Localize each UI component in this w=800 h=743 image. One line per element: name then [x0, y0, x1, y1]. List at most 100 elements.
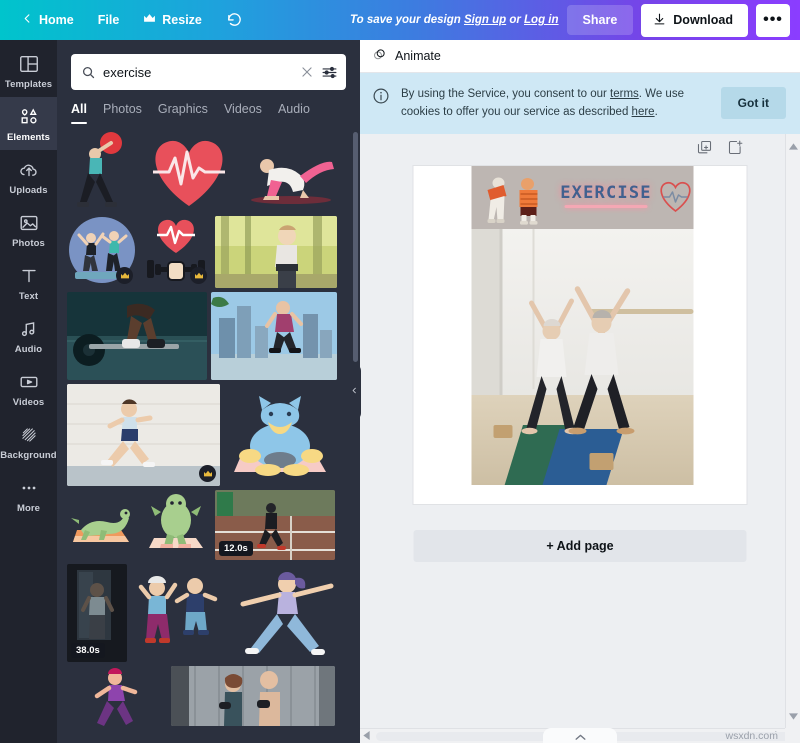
add-page-icon[interactable]: [727, 139, 744, 161]
got-it-button[interactable]: Got it: [721, 87, 786, 119]
save-prompt-prefix: To save your design: [350, 14, 464, 26]
canvas-area[interactable]: EXERCISE: [360, 134, 800, 743]
ellipsis-icon: [18, 477, 40, 499]
sidebar-item-videos[interactable]: Videos: [0, 362, 57, 415]
page-action-buttons: [696, 139, 744, 161]
close-x-icon[interactable]: [300, 65, 314, 79]
video-duration-badge: 38.0s: [71, 643, 105, 658]
animate-toolbar: Animate: [360, 40, 800, 73]
woman-warrior-pose-graphic[interactable]: [235, 564, 337, 662]
elderly-couple-exercising-graphic[interactable]: [131, 564, 231, 662]
cookie-text-after: .: [655, 106, 658, 118]
resize-button[interactable]: Resize: [131, 6, 214, 34]
pro-crown-badge: [116, 267, 133, 284]
two-people-step-aerobics-graphic[interactable]: [67, 216, 137, 288]
scrollbar-corner: [785, 728, 800, 743]
design-page[interactable]: EXERCISE: [414, 166, 747, 504]
sidebar-item-text[interactable]: Text: [0, 256, 57, 309]
sidebar-label-background: Background: [0, 450, 56, 461]
undo-button[interactable]: [214, 3, 255, 37]
top-toolbar-left-group: Home File Resize: [0, 3, 255, 37]
search-box[interactable]: [71, 54, 346, 90]
tab-all[interactable]: All: [71, 102, 87, 124]
sidebar-item-more[interactable]: More: [0, 468, 57, 521]
bottom-panel-toggle[interactable]: [543, 728, 617, 743]
runner-purple-graphic[interactable]: [67, 666, 167, 726]
caret-down-icon[interactable]: [789, 707, 798, 725]
sidebar-label-templates: Templates: [5, 79, 52, 90]
pro-crown-badge: [190, 267, 207, 284]
sidebar-label-audio: Audio: [15, 344, 42, 355]
here-link[interactable]: here: [632, 106, 655, 118]
cat-meditating-yoga-graphic[interactable]: [224, 384, 337, 486]
canvas-vertical-scrollbar[interactable]: [785, 134, 800, 728]
man-running-track-video[interactable]: 12.0s: [215, 490, 335, 560]
design-photo: [472, 229, 694, 485]
share-button[interactable]: Share: [567, 5, 634, 35]
tab-graphics[interactable]: Graphics: [158, 102, 208, 124]
log-in-link[interactable]: Log in: [524, 14, 559, 26]
save-prompt: To save your design Sign up or Log in: [350, 14, 559, 26]
man-jumping-city-photo[interactable]: [211, 292, 337, 380]
woman-lifting-ball-graphic[interactable]: [67, 130, 135, 212]
terms-link[interactable]: terms: [610, 88, 639, 100]
search-section: [57, 40, 360, 90]
left-rail: Templates Elements Uploads Photos: [0, 40, 57, 743]
top-toolbar: Home File Resize To save your design Sig…: [0, 0, 800, 40]
home-button[interactable]: Home: [10, 6, 86, 34]
barbell-deadlift-photo[interactable]: [67, 292, 207, 380]
chevron-left-icon: [22, 13, 33, 27]
editor-area: Animate By using the Service, you consen…: [360, 40, 800, 743]
ellipsis-icon: •••: [763, 17, 783, 23]
crown-icon: [143, 13, 156, 27]
design-heart-ecg-graphic: [657, 177, 695, 213]
heart-ecg-graphic[interactable]: [139, 130, 239, 212]
dumbbell-heart-graphic[interactable]: [141, 216, 211, 288]
gym-couple-dumbbells-photo[interactable]: [171, 666, 335, 726]
sidebar-label-text: Text: [19, 291, 38, 302]
pro-crown-badge: [199, 465, 216, 482]
woman-kneeling-leg-raise-graphic[interactable]: [243, 130, 339, 212]
sidebar-item-uploads[interactable]: Uploads: [0, 150, 57, 203]
dinosaur-standing-mat-graphic[interactable]: [141, 490, 211, 560]
dinosaur-lying-mat-graphic[interactable]: [67, 490, 137, 560]
sidebar-label-more: More: [17, 503, 40, 514]
file-label: File: [98, 13, 120, 27]
caret-up-icon[interactable]: [789, 137, 798, 155]
add-page-button[interactable]: + Add page: [414, 530, 747, 562]
sidebar-item-templates[interactable]: Templates: [0, 44, 57, 97]
sidebar-item-elements[interactable]: Elements: [0, 97, 57, 150]
canva-editor-window: Home File Resize To save your design Sig…: [0, 0, 800, 743]
panel-collapse-handle[interactable]: [348, 363, 361, 421]
tab-videos[interactable]: Videos: [224, 102, 262, 124]
duplicate-page-icon[interactable]: [696, 139, 713, 161]
search-input[interactable]: [103, 65, 293, 80]
upload-cloud-icon: [18, 159, 40, 181]
file-menu-button[interactable]: File: [86, 6, 132, 34]
results-scroll-region[interactable]: 12.0s 38.0s: [57, 124, 360, 743]
cookie-consent-banner: By using the Service, you consent to our…: [360, 73, 800, 134]
tab-photos[interactable]: Photos: [103, 102, 142, 124]
editor-body: Templates Elements Uploads Photos: [0, 40, 800, 743]
cartoon-figure-left: [482, 174, 512, 224]
more-options-button[interactable]: •••: [756, 4, 790, 37]
woman-dark-room-video[interactable]: 38.0s: [67, 564, 127, 662]
caret-left-icon[interactable]: [363, 727, 370, 743]
photo-icon: [18, 212, 40, 234]
hatch-pattern-icon: [18, 424, 40, 446]
tab-audio[interactable]: Audio: [278, 102, 310, 124]
download-button[interactable]: Download: [641, 4, 748, 37]
sidebar-item-audio[interactable]: Audio: [0, 309, 57, 362]
woman-running-street-photo[interactable]: [67, 384, 220, 486]
video-play-icon: [18, 371, 40, 393]
sidebar-item-photos[interactable]: Photos: [0, 203, 57, 256]
sidebar-item-background[interactable]: Background: [0, 415, 57, 468]
panel-scrollbar[interactable]: [353, 132, 358, 741]
design-title-block: EXERCISE: [559, 182, 654, 216]
woman-jogging-forest-photo[interactable]: [215, 216, 337, 288]
elements-panel: All Photos Graphics Videos Audio 12.0s 38…: [57, 40, 360, 743]
animate-label[interactable]: Animate: [395, 49, 441, 63]
sign-up-link[interactable]: Sign up: [464, 14, 506, 26]
sliders-filter-icon[interactable]: [321, 64, 338, 81]
panel-scrollbar-thumb[interactable]: [353, 132, 358, 362]
